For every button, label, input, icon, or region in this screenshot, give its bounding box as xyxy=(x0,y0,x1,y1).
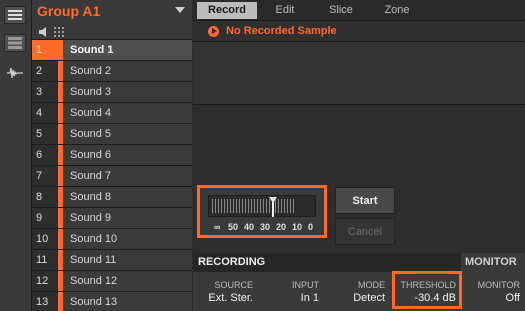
sound-row[interactable]: 10 Sound 10 xyxy=(32,229,192,250)
recording-label: RECORDING xyxy=(198,256,266,268)
sound-number: 8 xyxy=(32,187,58,207)
sound-number: 7 xyxy=(32,166,58,186)
list-view-icon[interactable] xyxy=(4,6,26,24)
sound-color-bar xyxy=(58,124,63,144)
meter-scale-label: 10 xyxy=(292,222,303,232)
sound-color-bar xyxy=(58,166,63,186)
chevron-down-icon[interactable] xyxy=(175,7,185,13)
sound-color-bar xyxy=(58,82,63,102)
sound-number: 6 xyxy=(32,145,58,165)
sound-row[interactable]: 1 Sound 1 xyxy=(32,40,192,61)
sound-name: Sound 7 xyxy=(70,170,111,182)
meter-scale-label: 40 xyxy=(244,222,255,232)
sample-status: No Recorded Sample xyxy=(193,21,525,42)
meter-display xyxy=(208,195,316,217)
source-label: SOURCE xyxy=(214,280,253,290)
sound-name: Sound 1 xyxy=(70,44,114,56)
tab-slice[interactable]: Slice xyxy=(325,2,357,19)
sound-row[interactable]: 3 Sound 3 xyxy=(32,82,192,103)
source-value[interactable]: Ext. Ster. xyxy=(198,292,253,304)
monitor-header: MONITOR xyxy=(461,253,525,272)
tab-record[interactable]: Record xyxy=(197,2,257,19)
sound-name: Sound 13 xyxy=(70,296,118,308)
input-level-meter[interactable]: ∞ 50 40 30 20 10 0 xyxy=(197,185,327,238)
sound-name: Sound 10 xyxy=(70,233,118,245)
sound-number: 10 xyxy=(32,229,58,249)
sampler-window: Group A1 1 Sound 1 2 Sound 2 3 Sound 3 4 Sou… xyxy=(0,0,525,311)
bank-view-icon[interactable] xyxy=(4,34,26,52)
sound-color-bar xyxy=(58,103,63,123)
sound-name: Sound 11 xyxy=(70,254,117,266)
sound-name: Sound 5 xyxy=(70,128,111,140)
sound-number: 13 xyxy=(32,292,58,311)
meter-ticks xyxy=(212,199,312,213)
play-icon xyxy=(208,26,219,37)
group-name[interactable]: Group A1 xyxy=(37,3,100,19)
sound-name: Sound 6 xyxy=(70,149,111,161)
threshold-line xyxy=(272,202,274,217)
record-area xyxy=(193,105,525,185)
sound-number: 3 xyxy=(32,82,58,102)
status-text: No Recorded Sample xyxy=(226,25,337,37)
mode-label: MODE xyxy=(358,280,385,290)
sound-color-bar xyxy=(58,61,63,81)
sound-color-bar xyxy=(58,145,63,165)
sound-name: Sound 4 xyxy=(70,107,111,119)
tab-zone[interactable]: Zone xyxy=(381,2,413,19)
waveform-icon[interactable] xyxy=(4,64,26,82)
mode-value[interactable]: Detect xyxy=(343,292,385,304)
sound-name: Sound 2 xyxy=(70,65,111,77)
sound-row[interactable]: 6 Sound 6 xyxy=(32,145,192,166)
sound-row[interactable]: 4 Sound 4 xyxy=(32,103,192,124)
tab-edit[interactable]: Edit xyxy=(269,2,301,19)
input-value[interactable]: In 1 xyxy=(273,292,319,304)
sound-number: 12 xyxy=(32,271,58,291)
sound-name: Sound 3 xyxy=(70,86,111,98)
meter-scale-label: ∞ xyxy=(214,222,221,232)
waveform-area xyxy=(193,42,525,104)
sound-color-bar xyxy=(58,250,63,270)
recording-params: SOURCE Ext. Ster. INPUT In 1 MODE Detect… xyxy=(193,272,525,311)
sound-number: 9 xyxy=(32,208,58,228)
view-strip xyxy=(0,0,32,311)
group-header[interactable]: Group A1 xyxy=(32,0,192,40)
cancel-button[interactable]: Cancel xyxy=(335,218,395,245)
sound-color-bar xyxy=(58,187,63,207)
sound-row[interactable]: 13 Sound 13 xyxy=(32,292,192,311)
sound-row[interactable]: 12 Sound 12 xyxy=(32,271,192,292)
sound-row[interactable]: 5 Sound 5 xyxy=(32,124,192,145)
sound-name: Sound 8 xyxy=(70,191,111,203)
sound-number: 1 xyxy=(32,40,58,60)
input-label: INPUT xyxy=(292,280,319,290)
start-button[interactable]: Start xyxy=(335,187,395,214)
sound-row[interactable]: 9 Sound 9 xyxy=(32,208,192,229)
sound-color-bar xyxy=(58,271,63,291)
sound-color-bar xyxy=(58,292,63,311)
sound-number: 4 xyxy=(32,103,58,123)
sound-color-bar xyxy=(58,40,63,60)
meter-scale-label: 0 xyxy=(308,222,314,232)
sound-number: 11 xyxy=(32,250,58,270)
monitor-value[interactable]: Off xyxy=(465,292,520,304)
sound-row[interactable]: 7 Sound 7 xyxy=(32,166,192,187)
sound-row[interactable]: 2 Sound 2 xyxy=(32,61,192,82)
threshold-highlight xyxy=(392,271,462,309)
meter-scale-label: 50 xyxy=(228,222,239,232)
sound-color-bar xyxy=(58,229,63,249)
sound-color-bar xyxy=(58,208,63,228)
sound-row[interactable]: 11 Sound 11 xyxy=(32,250,192,271)
sound-number: 2 xyxy=(32,61,58,81)
meter-scale-label: 30 xyxy=(260,222,271,232)
monitor-label: MONITOR xyxy=(477,280,520,290)
sound-row[interactable]: 8 Sound 8 xyxy=(32,187,192,208)
sound-number: 5 xyxy=(32,124,58,144)
sound-list: 1 Sound 1 2 Sound 2 3 Sound 3 4 Sound 4 5 Sou… xyxy=(32,40,192,311)
sound-name: Sound 12 xyxy=(70,275,118,287)
meter-scale-label: 20 xyxy=(276,222,287,232)
sound-name: Sound 9 xyxy=(70,212,111,224)
recording-header: RECORDING MONITOR xyxy=(193,253,525,272)
tab-bar: Record Edit Slice Zone xyxy=(193,0,525,21)
